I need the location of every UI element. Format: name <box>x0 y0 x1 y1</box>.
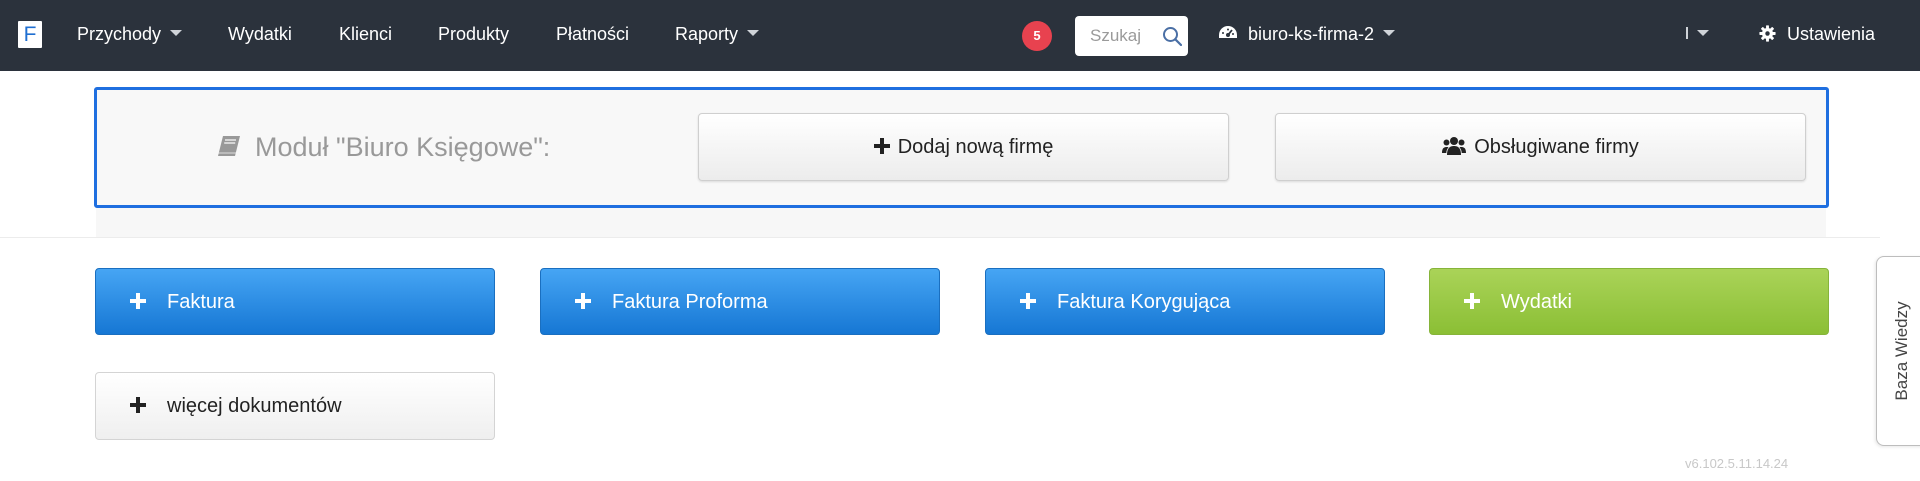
notification-badge[interactable]: 5 <box>1022 21 1052 51</box>
nav-item-label: Raporty <box>675 24 739 44</box>
module-title: Moduł "Biuro Księgowe": <box>217 90 550 205</box>
more-documents-button[interactable]: więcej dokumentów <box>95 372 495 440</box>
new-proforma-button[interactable]: Faktura Proforma <box>540 268 940 335</box>
nav-item-label: Przychody <box>77 24 162 44</box>
nav-item-platnosci[interactable]: Płatności <box>556 0 629 71</box>
knowledge-base-tab[interactable]: Baza Wiedzy <box>1876 256 1920 446</box>
plus-icon <box>1464 292 1480 309</box>
company-name: biuro-ks-firma-2 <box>1248 24 1375 44</box>
app-logo[interactable]: F <box>18 21 42 48</box>
chevron-down-icon <box>170 30 183 37</box>
nav-item-raporty[interactable]: Raporty <box>675 0 760 71</box>
add-company-button[interactable]: Dodaj nową firmę <box>698 113 1229 181</box>
settings-label: Ustawienia <box>1787 24 1876 44</box>
nav-item-wydatki[interactable]: Wydatki <box>228 0 292 71</box>
nav-item-klienci[interactable]: Klienci <box>339 0 392 71</box>
served-companies-button[interactable]: Obsługiwane firmy <box>1275 113 1806 181</box>
accounting-office-module: Moduł "Biuro Księgowe": Dodaj nową firmę… <box>94 87 1829 208</box>
user-divider <box>1686 27 1688 40</box>
new-proforma-label: Faktura Proforma <box>612 291 768 313</box>
chevron-down-icon <box>747 30 760 37</box>
chevron-down-icon <box>1697 30 1709 37</box>
settings-menu[interactable]: Ustawienia <box>1759 0 1875 71</box>
more-documents-label: więcej dokumentów <box>167 395 342 417</box>
knowledge-base-label: Baza Wiedzy <box>1891 301 1911 401</box>
plus-icon <box>1020 292 1036 309</box>
new-invoice-label: Faktura <box>167 291 235 313</box>
book-icon <box>218 135 240 156</box>
nav-item-label: Klienci <box>339 24 393 44</box>
user-menu[interactable] <box>1686 0 1709 71</box>
nav-item-przychody[interactable]: Przychody <box>77 0 183 71</box>
dashboard-icon <box>1219 26 1237 39</box>
new-expense-label: Wydatki <box>1501 291 1572 313</box>
nav-item-label: Produkty <box>438 24 510 44</box>
search-box <box>1075 16 1188 56</box>
company-switcher[interactable]: biuro-ks-firma-2 <box>1218 0 1396 71</box>
chevron-down-icon <box>1383 30 1396 37</box>
gear-icon <box>1759 25 1776 42</box>
nav-item-label: Płatności <box>556 24 630 44</box>
new-expense-button[interactable]: Wydatki <box>1429 268 1829 335</box>
served-companies-label: Obsługiwane firmy <box>1474 136 1639 158</box>
plus-icon <box>130 396 146 413</box>
search-icon[interactable] <box>1162 26 1182 46</box>
new-correction-invoice-button[interactable]: Faktura Korygująca <box>985 268 1385 335</box>
users-icon <box>1442 136 1467 155</box>
section-divider <box>0 237 1880 238</box>
search-input[interactable] <box>1075 16 1159 56</box>
add-company-label: Dodaj nową firmę <box>897 136 1054 158</box>
app-version: v6.102.5.11.14.24 <box>1685 456 1789 471</box>
new-correction-label: Faktura Korygująca <box>1057 291 1231 313</box>
plus-icon <box>130 292 146 309</box>
top-navbar: F Przychody Wydatki Klienci Produkty Pła… <box>0 0 1920 71</box>
nav-item-label: Wydatki <box>228 24 292 44</box>
new-invoice-button[interactable]: Faktura <box>95 268 495 335</box>
nav-item-produkty[interactable]: Produkty <box>438 0 509 71</box>
plus-icon <box>873 137 890 154</box>
plus-icon <box>575 292 591 309</box>
module-title-text: Moduł "Biuro Księgowe": <box>255 132 551 162</box>
